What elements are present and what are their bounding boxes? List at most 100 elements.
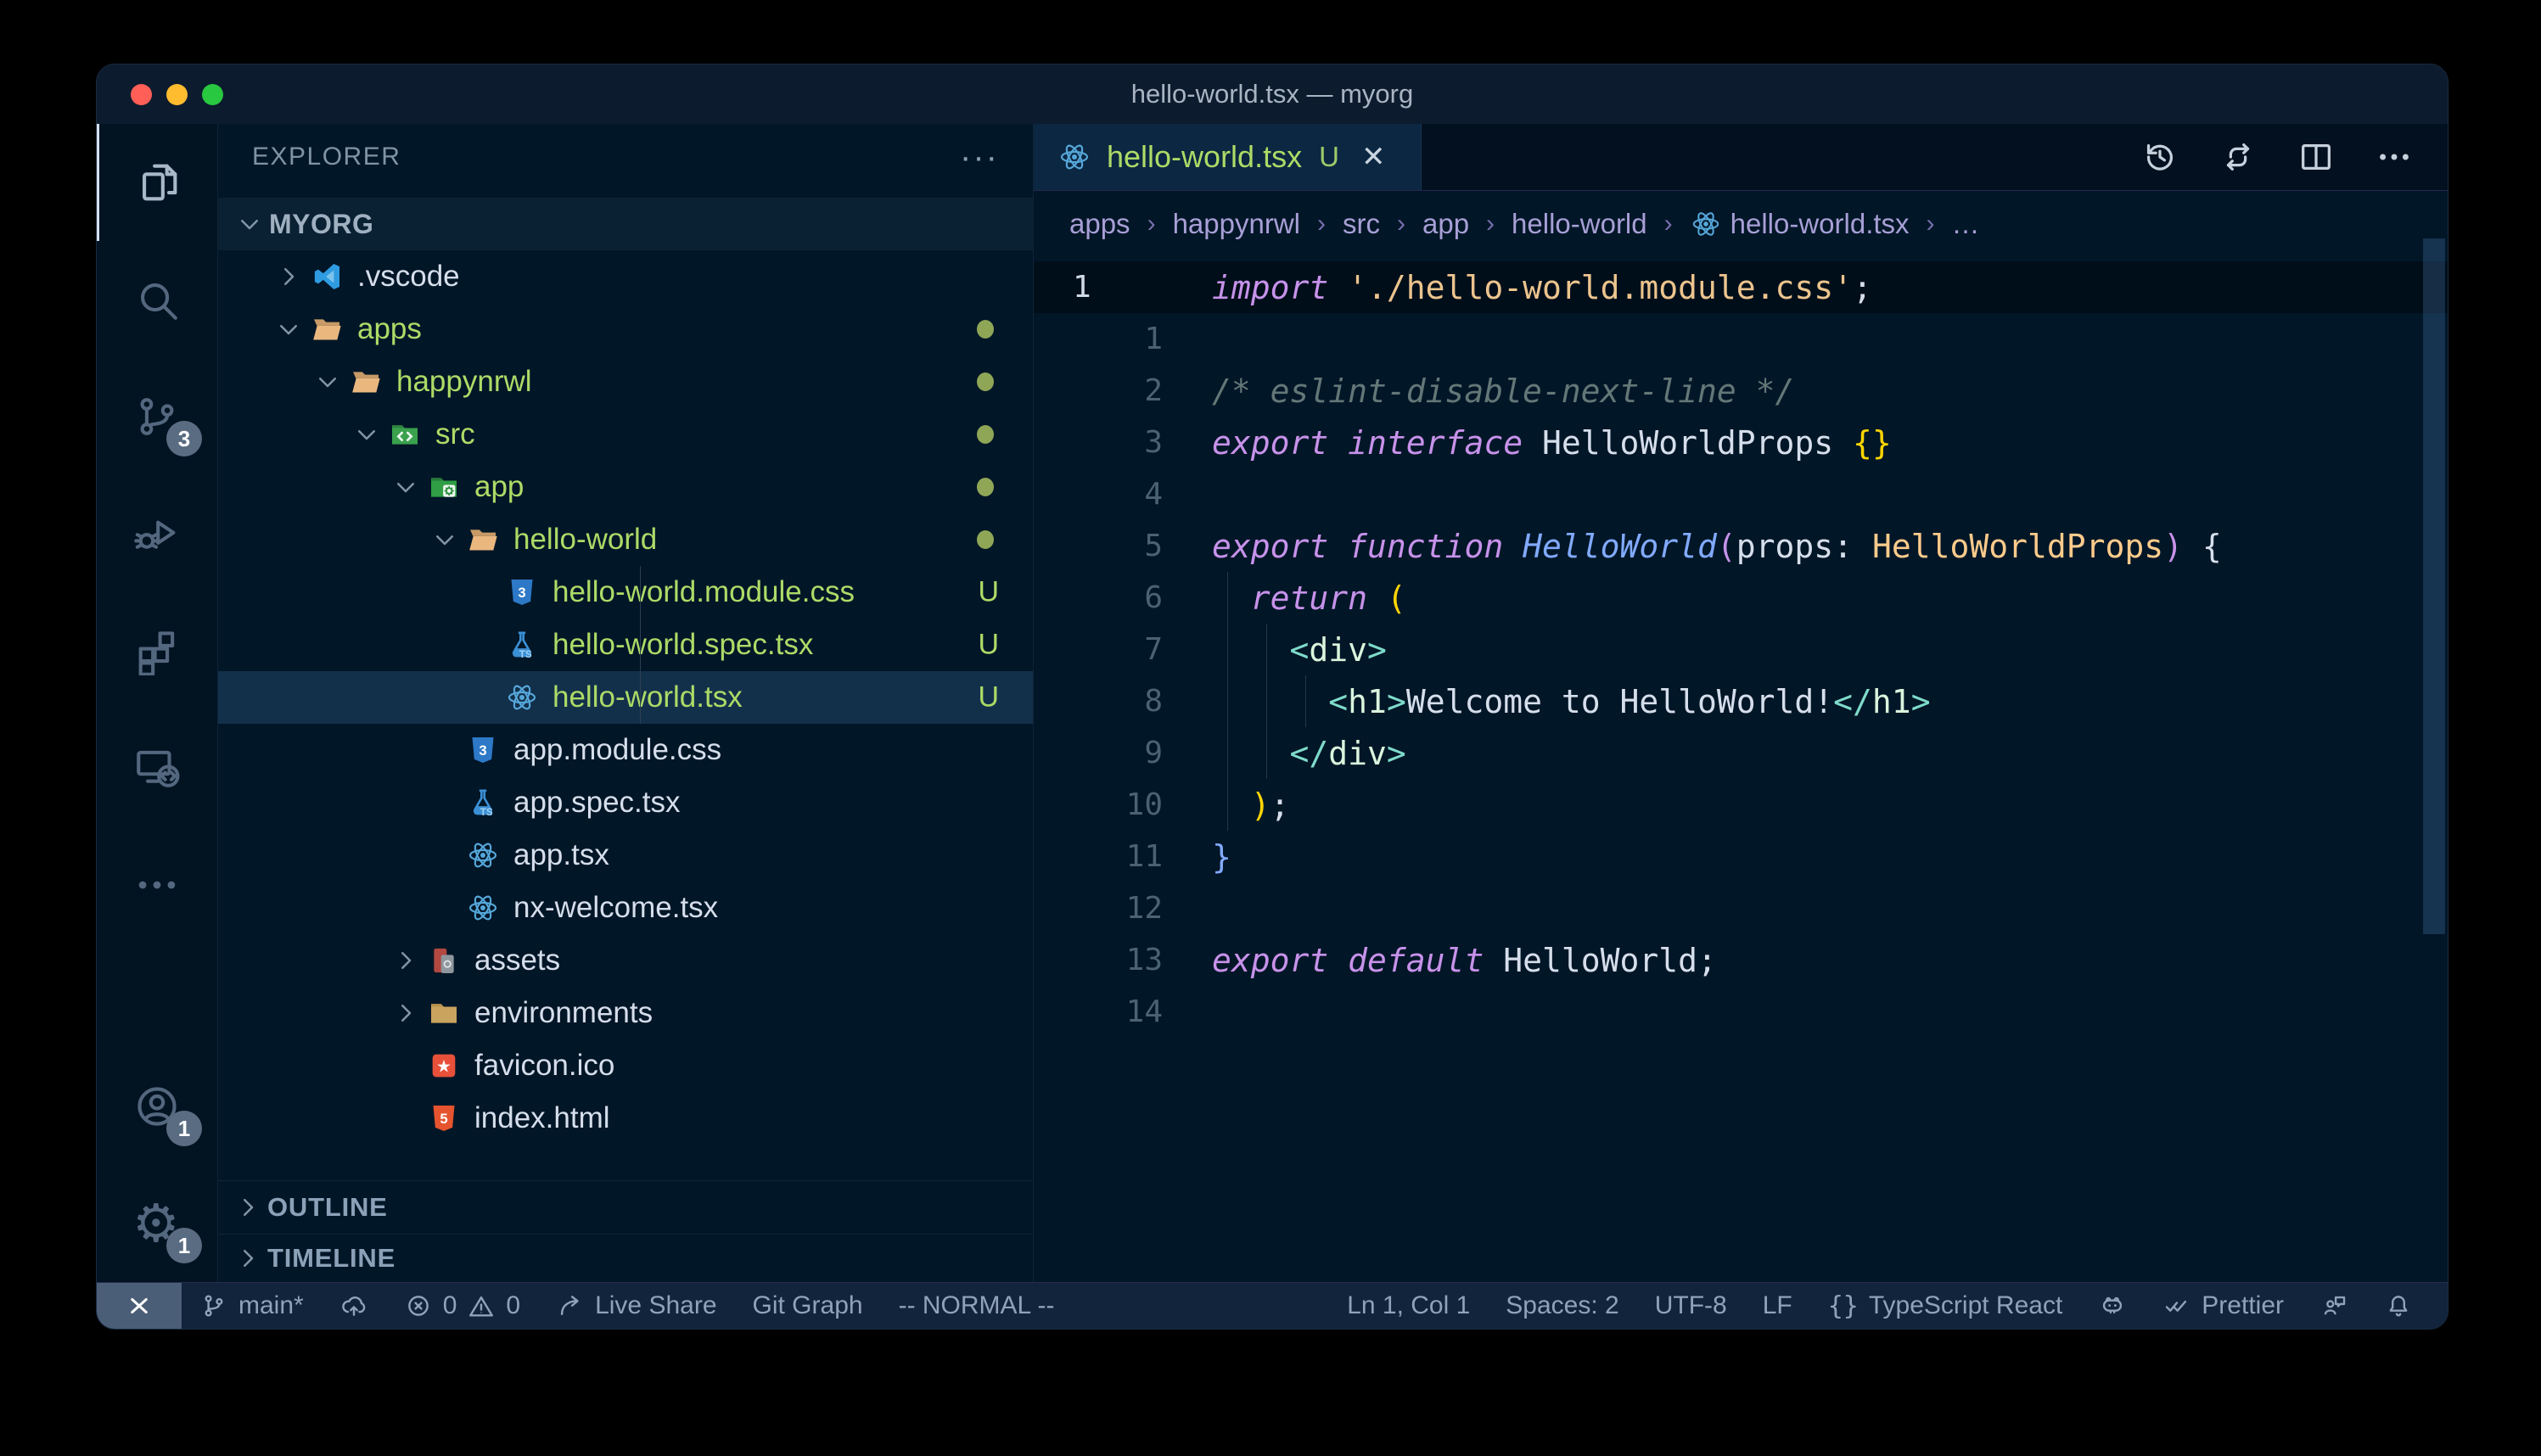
git-modified-dot (977, 478, 994, 496)
breadcrumb-item-happynrwl[interactable]: happynrwl (1173, 208, 1300, 240)
chevron-down-icon[interactable] (347, 415, 386, 454)
git-modified-dot (977, 530, 994, 549)
chevron-right-icon (228, 1239, 267, 1278)
tree-item-myorg[interactable]: MYORG (218, 198, 1033, 250)
status-language-status[interactable]: {}TypeScript React (1810, 1283, 2081, 1329)
code-text: <h1>Welcome to HelloWorld!</h1> (1212, 683, 1931, 720)
tree-item--vscode[interactable]: .vscode (218, 250, 1033, 303)
close-tab-icon[interactable]: ✕ (1361, 140, 1386, 174)
tree-item-hello-world[interactable]: hello-world (218, 513, 1033, 566)
chevron-down-icon[interactable] (308, 362, 347, 401)
code-line: 8 <h1>Welcome to HelloWorld!</h1> (1034, 675, 2448, 727)
editor-scrollbar[interactable] (2423, 238, 2445, 934)
tree-item-index-html[interactable]: 5index.html (218, 1092, 1033, 1145)
activity-bar-item-search[interactable] (97, 241, 217, 358)
tree-item-label: nx-welcome.tsx (513, 891, 718, 925)
breadcrumb-item-src[interactable]: src (1343, 208, 1380, 240)
status-problems-status[interactable]: 00 (386, 1283, 538, 1329)
chevron-right-icon[interactable] (386, 941, 425, 980)
tree-item-app-module-css[interactable]: 3 app.module.css (218, 724, 1033, 776)
status-git-graph-status[interactable]: Git Graph (735, 1283, 881, 1329)
code-line: 12 (1034, 882, 2448, 934)
status-git-branch-status[interactable]: main* (182, 1283, 322, 1329)
tree-item-nx-welcome-tsx[interactable]: nx-welcome.tsx (218, 882, 1033, 934)
chevron-down-icon[interactable] (230, 204, 269, 244)
compare-changes-icon[interactable] (2218, 137, 2258, 176)
tree-item-hello-world-module-css[interactable]: 3hello-world.module.cssU (218, 566, 1033, 619)
tree-item-hello-world-spec-tsx[interactable]: TShello-world.spec.tsxU (218, 619, 1033, 671)
chevron-down-icon[interactable] (269, 310, 308, 349)
breadcrumb-separator: › (1664, 210, 1673, 238)
svg-text:3: 3 (518, 585, 525, 601)
status-item-label: Prettier (2202, 1291, 2284, 1320)
chevron-right-icon[interactable] (386, 994, 425, 1033)
activity-bar-item-source-control[interactable]: 3 (97, 358, 217, 475)
line-number: 1 (1034, 270, 1212, 305)
status-prettier-status[interactable]: Prettier (2145, 1283, 2302, 1329)
tree-item-src[interactable]: src (218, 408, 1033, 461)
activity-bar-item-accounts[interactable]: 1 (97, 1048, 217, 1165)
chevron-down-icon[interactable] (386, 468, 425, 507)
tree-item-assets[interactable]: assets (218, 934, 1033, 987)
activity-bar-item-extensions[interactable] (97, 592, 217, 709)
activity-bar-item-settings[interactable]: ⚙1 (97, 1165, 217, 1282)
file-tree: MYORG.vscodeappshappynrwlsrcapphello-wor… (218, 198, 1033, 1145)
folder-open-icon (308, 311, 345, 348)
tab-label: hello-world.tsx (1107, 139, 1302, 175)
tree-item-hello-world-tsx[interactable]: hello-world.tsxU (218, 671, 1033, 724)
status-copilot-status[interactable] (2080, 1283, 2145, 1329)
breadcrumb-item-app[interactable]: app (1422, 208, 1469, 240)
tree-item-label: favicon.ico (474, 1049, 614, 1083)
status-notifications-bell[interactable] (2366, 1283, 2431, 1329)
status-bar: main* 00Live ShareGit Graph-- NORMAL -- L… (97, 1282, 2448, 1329)
status-indentation-status[interactable]: Spaces: 2 (1488, 1283, 1636, 1329)
svg-text:TS: TS (519, 649, 532, 660)
folder-icon (425, 994, 463, 1032)
tree-item-label: environments (474, 996, 653, 1030)
status-cursor-position-status[interactable]: Ln 1, Col 1 (1329, 1283, 1488, 1329)
tree-item-label: app.tsx (513, 838, 609, 872)
svg-text:★: ★ (436, 1058, 452, 1077)
sidebar-section-outline[interactable]: OUTLINE (218, 1180, 1033, 1234)
tree-item-environments[interactable]: environments (218, 987, 1033, 1039)
status-eol-status[interactable]: LF (1745, 1283, 1810, 1329)
status-publish-status[interactable] (322, 1283, 386, 1329)
tab-hello-world-tsx[interactable]: hello-world.tsx U ✕ (1034, 124, 1422, 190)
breadcrumb-item--[interactable]: … (1952, 208, 1980, 240)
split-editor-icon[interactable] (2297, 137, 2336, 176)
code-editor[interactable]: 1import './hello-world.module.css';12/* … (1034, 256, 2448, 1282)
chevron-down-icon[interactable] (425, 520, 464, 559)
section-label: TIMELINE (267, 1243, 395, 1274)
sidebar-section-timeline[interactable]: TIMELINE (218, 1234, 1033, 1282)
status-live-share-status[interactable]: Live Share (538, 1283, 734, 1329)
ellipsis-icon[interactable] (2375, 137, 2414, 176)
line-number: 6 (1034, 580, 1212, 615)
status-feedback-status[interactable] (2302, 1283, 2366, 1329)
activity-bar-item-more-views[interactable] (97, 826, 217, 944)
explorer-more-actions-button[interactable]: ··· (960, 148, 999, 165)
tree-item-apps[interactable]: apps (218, 303, 1033, 356)
breadcrumb-label: apps (1069, 208, 1130, 240)
breadcrumb-item-hello-world-tsx[interactable]: hello-world.tsx (1690, 208, 1910, 240)
svg-text:3: 3 (479, 742, 486, 759)
tree-item-app[interactable]: app (218, 461, 1033, 513)
breadcrumb-item-apps[interactable]: apps (1069, 208, 1130, 240)
activity-bar-item-run-debug[interactable] (97, 475, 217, 592)
tree-item-happynrwl[interactable]: happynrwl (218, 356, 1033, 408)
files-icon (134, 158, 183, 207)
chevron-right-icon[interactable] (269, 257, 308, 296)
tree-item-app-spec-tsx[interactable]: TSapp.spec.tsx (218, 776, 1033, 829)
status-encoding-status[interactable]: UTF-8 (1637, 1283, 1745, 1329)
tree-item-app-tsx[interactable]: app.tsx (218, 829, 1033, 882)
line-number: 2 (1034, 373, 1212, 408)
breadcrumb-item-hello-world[interactable]: hello-world (1512, 208, 1647, 240)
activity-bar-item-explorer[interactable] (97, 124, 217, 241)
status-remote-indicator[interactable] (97, 1283, 182, 1329)
status-vim-mode-status[interactable]: -- NORMAL -- (881, 1283, 1073, 1329)
history-icon[interactable] (2140, 137, 2179, 176)
sidebar-sections: OUTLINE TIMELINE (218, 1180, 1033, 1282)
breadcrumb: apps›happynrwl›src›app›hello-world›hello… (1034, 191, 2448, 256)
tree-item-label: app.module.css (513, 733, 721, 767)
tree-item-favicon-ico[interactable]: ★ favicon.ico (218, 1039, 1033, 1092)
activity-bar-item-remote-explorer[interactable] (97, 709, 217, 826)
